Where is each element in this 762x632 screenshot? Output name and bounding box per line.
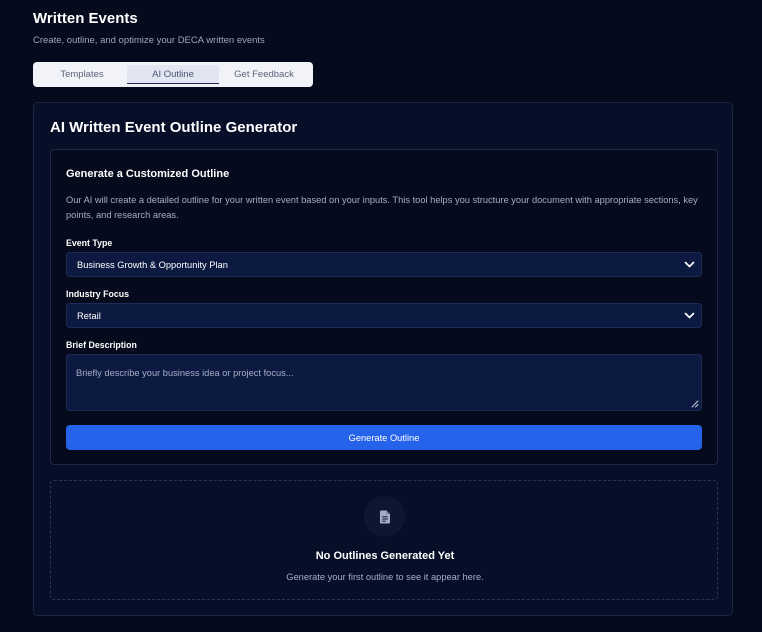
form-description: Our AI will create a detailed outline fo…: [66, 195, 698, 220]
page-subtitle: Create, outline, and optimize your DECA …: [33, 35, 265, 46]
card-title: AI Written Event Outline Generator: [50, 119, 298, 136]
tab-bar: Templates AI Outline Get Feedback: [33, 62, 313, 87]
industry-focus-value: Retail: [77, 310, 101, 321]
brief-description-textarea[interactable]: Briefly describe your business idea or p…: [66, 354, 702, 411]
industry-focus-label: Industry Focus: [66, 289, 130, 299]
empty-state-text: Generate your first outline to see it ap…: [286, 572, 484, 582]
tab-templates[interactable]: Templates: [37, 65, 127, 84]
empty-state: No Outlines Generated Yet Generate your …: [50, 480, 718, 600]
industry-focus-select[interactable]: Retail: [66, 303, 702, 328]
textarea-placeholder: Briefly describe your business idea or p…: [76, 368, 294, 378]
generate-outline-button[interactable]: Generate Outline: [66, 425, 702, 450]
empty-state-title: No Outlines Generated Yet: [315, 550, 455, 562]
brief-description-label: Brief Description: [66, 340, 137, 350]
form-title: Generate a Customized Outline: [66, 168, 230, 180]
chevron-down-icon: [684, 312, 695, 319]
page-title: Written Events: [33, 10, 138, 27]
event-type-value: Business Growth & Opportunity Plan: [77, 259, 228, 270]
chevron-down-icon: [684, 261, 695, 268]
document-icon: [379, 510, 390, 523]
outline-generator-card: AI Written Event Outline Generator Gener…: [33, 102, 733, 616]
page: Written Events Create, outline, and opti…: [0, 0, 762, 632]
event-type-label: Event Type: [66, 238, 113, 248]
resize-handle-icon[interactable]: [691, 400, 699, 408]
outline-form: Generate a Customized Outline Our AI wil…: [50, 149, 718, 465]
document-icon-container: [364, 496, 405, 537]
tab-ai-outline[interactable]: AI Outline: [127, 65, 219, 84]
tab-get-feedback[interactable]: Get Feedback: [219, 65, 309, 84]
event-type-select[interactable]: Business Growth & Opportunity Plan: [66, 252, 702, 277]
